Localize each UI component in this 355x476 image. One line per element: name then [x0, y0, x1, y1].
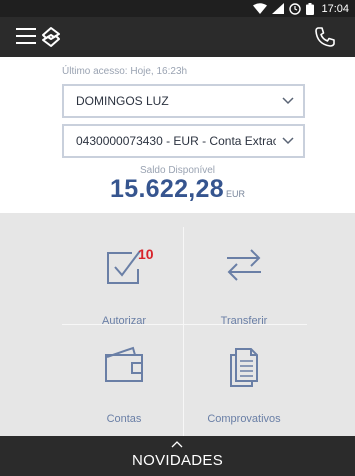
receipts-tile[interactable]: Comprovativos	[174, 345, 314, 435]
account-select-value: 0430000073430 - EUR - Conta Extrac...	[76, 134, 276, 148]
authorize-check-icon	[107, 250, 141, 284]
status-time: 17:04	[321, 2, 349, 15]
battery-icon	[306, 2, 315, 15]
authorize-tile[interactable]: 10 Autorizar	[54, 246, 194, 337]
wallet-icon	[105, 346, 143, 382]
last-access-text: Último acesso: Hoje, 16:23h	[62, 66, 188, 77]
wifi-icon	[253, 3, 268, 14]
account-panel: Último acesso: Hoje, 16:23h DOMINGOS LUZ…	[0, 57, 355, 213]
phone-icon[interactable]	[313, 25, 337, 49]
balance-display: 15.622,28 EUR	[0, 175, 355, 204]
receipts-label: Comprovativos	[207, 413, 281, 425]
bank-logo-icon	[42, 27, 60, 47]
client-select[interactable]: DOMINGOS LUZ	[62, 84, 305, 118]
actions-grid: 10 Autorizar Transferir Contas Comprovat…	[0, 213, 355, 436]
transfer-label: Transferir	[220, 315, 268, 327]
chevron-up-icon	[171, 441, 183, 448]
transfer-tile[interactable]: Transferir	[174, 247, 314, 337]
transfer-arrows-icon	[227, 249, 261, 281]
app-bar	[0, 17, 355, 57]
signal-icon	[272, 3, 285, 14]
authorize-badge: 10	[138, 246, 154, 262]
balance-amount: 15.622,28	[110, 175, 224, 203]
news-bar[interactable]: NOVIDADES	[0, 436, 355, 476]
accounts-tile[interactable]: Contas	[54, 345, 194, 435]
documents-icon	[230, 348, 258, 387]
menu-icon[interactable]	[16, 26, 38, 46]
status-bar: 17:04	[0, 0, 355, 17]
account-select[interactable]: 0430000073430 - EUR - Conta Extrac...	[62, 124, 305, 158]
chevron-down-icon	[282, 97, 294, 105]
client-select-value: DOMINGOS LUZ	[76, 94, 169, 108]
authorize-label: Autorizar	[101, 315, 147, 327]
balance-currency: EUR	[225, 189, 245, 199]
alarm-icon	[289, 2, 302, 15]
accounts-label: Contas	[106, 413, 142, 425]
news-label: NOVIDADES	[131, 452, 224, 469]
chevron-down-icon	[282, 137, 294, 145]
